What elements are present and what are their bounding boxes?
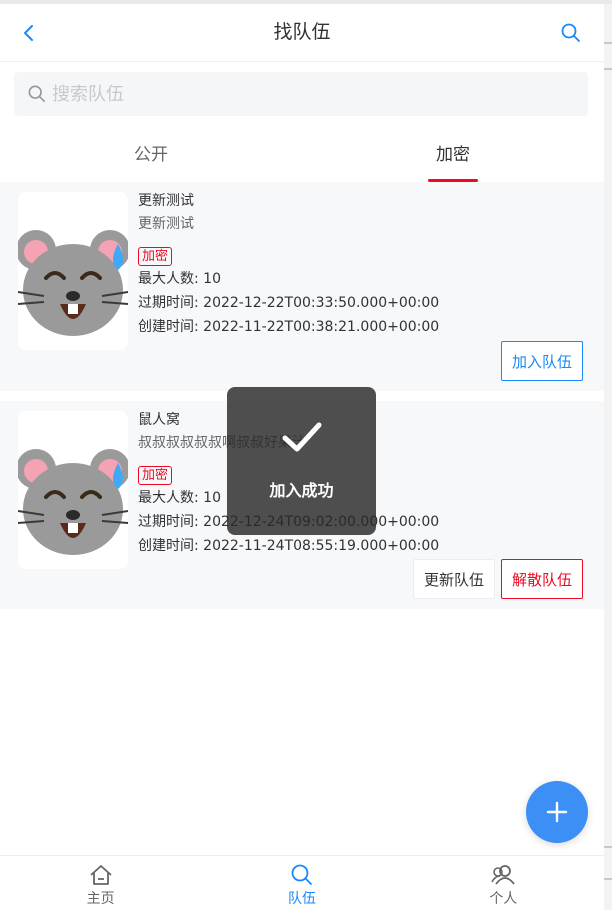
plus-icon: [546, 801, 568, 823]
home-icon: [90, 865, 112, 885]
status-badge: 加密: [138, 466, 173, 485]
tabbar-label: 个人: [489, 891, 518, 907]
team-max-members: 最大人数: 10: [138, 271, 221, 287]
scrollbar-tick: [604, 846, 612, 848]
scrollbar-tick: [604, 878, 612, 880]
team-create-time: 创建时间: 2022-11-22T00:38:21.000+00:00: [138, 319, 440, 335]
search-icon: [561, 23, 580, 42]
nav-bar: 找队伍: [0, 4, 604, 62]
tabbar-label: 队伍: [287, 891, 316, 907]
team-expire-time: 过期时间: 2022-12-22T00:33:50.000+00:00: [138, 295, 440, 311]
status-badge: 加密: [138, 247, 173, 266]
page-title: 找队伍: [273, 21, 331, 43]
team-name: 更新测试: [138, 193, 194, 209]
bottom-tabbar: 主页 队伍 个人: [0, 855, 604, 912]
tab-encrypted[interactable]: 加密: [302, 128, 604, 182]
search-button[interactable]: [556, 18, 586, 48]
join-team-button[interactable]: 加入队伍: [501, 341, 583, 381]
create-team-button[interactable]: [526, 781, 588, 843]
team-create-time: 创建时间: 2022-11-24T08:55:19.000+00:00: [138, 538, 440, 554]
mouse-emoji-icon: [18, 449, 128, 555]
scrollbar-tick: [604, 42, 612, 44]
scrollbar[interactable]: [604, 4, 612, 910]
search-bar: [14, 72, 588, 116]
success-toast: 加入成功: [227, 387, 376, 535]
team-description: 更新测试: [138, 216, 194, 232]
team-card: 更新测试 更新测试 加密 最大人数: 10 过期时间: 2022-12-22T0…: [0, 182, 604, 391]
tab-label: 加密: [436, 145, 470, 165]
search-input[interactable]: [52, 83, 552, 105]
update-team-button[interactable]: 更新队伍: [413, 559, 495, 599]
tabbar-item-profile[interactable]: 个人: [403, 856, 604, 912]
team-avatar: [18, 192, 128, 350]
scrollbar-tick: [604, 68, 612, 70]
toast-message: 加入成功: [269, 481, 334, 500]
tabbar-item-team[interactable]: 队伍: [201, 856, 402, 912]
dissolve-team-button[interactable]: 解散队伍: [501, 559, 583, 599]
search-icon: [291, 864, 312, 885]
tabbar-label: 主页: [86, 891, 115, 907]
team-avatar: [18, 411, 128, 569]
tabs: 公开 加密: [0, 128, 604, 182]
search-icon: [28, 85, 46, 103]
tabbar-item-home[interactable]: 主页: [0, 856, 201, 912]
check-icon: [282, 422, 321, 452]
mouse-emoji-icon: [18, 230, 128, 336]
tab-public[interactable]: 公开: [0, 128, 302, 182]
user-group-icon: [491, 865, 516, 885]
team-info: 更新测试 更新测试 加密 最大人数: 10 过期时间: 2022-12-22T0…: [138, 192, 598, 339]
